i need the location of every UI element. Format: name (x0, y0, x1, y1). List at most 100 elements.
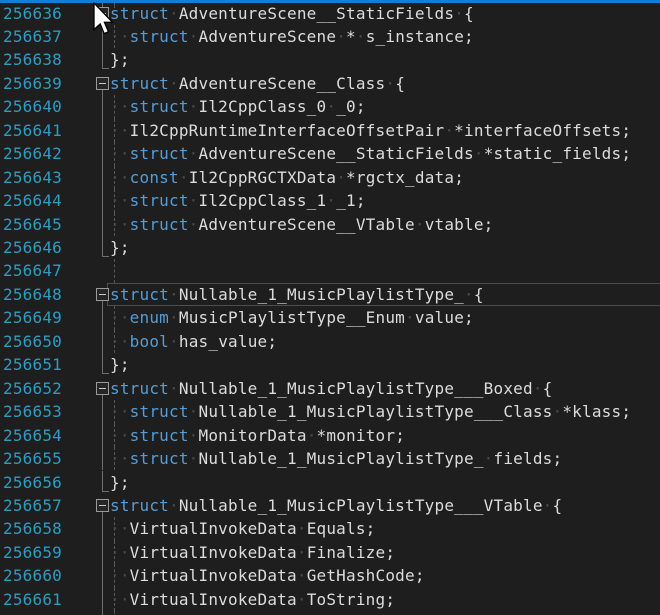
fold-toggle-collapse-icon[interactable] (96, 77, 109, 90)
code-line[interactable]: 256653··struct·Nullable_1_MusicPlaylistT… (0, 400, 660, 423)
fold-bracket-foot (102, 491, 109, 492)
code-line[interactable]: 256660··VirtualInvokeData·GetHashCode; (0, 564, 660, 587)
line-number[interactable]: 256648 (3, 283, 62, 306)
line-number[interactable]: 256637 (3, 25, 62, 48)
line-number[interactable]: 256645 (3, 213, 62, 236)
fold-bracket-line (102, 471, 103, 491)
fold-toggle-collapse-icon[interactable] (96, 499, 109, 512)
line-number[interactable]: 256639 (3, 72, 62, 95)
fold-bracket-line (102, 306, 103, 329)
code-text: ··struct·Il2CppClass_0·_0; (110, 95, 366, 118)
line-number[interactable]: 256640 (3, 95, 62, 118)
line-number[interactable]: 256641 (3, 119, 62, 142)
code-text: }; (110, 471, 130, 494)
code-text: ··VirtualInvokeData·Finalize; (110, 541, 395, 564)
code-text: ··enum·MusicPlaylistType__Enum·value; (110, 306, 474, 329)
line-number[interactable]: 256638 (3, 48, 62, 71)
fold-bracket-line (102, 400, 103, 423)
code-line[interactable]: 256649 ··enum·MusicPlaylistType__Enum·val… (0, 306, 660, 329)
code-text: struct·Nullable_1_MusicPlaylistType_·{ (110, 283, 484, 306)
code-line[interactable]: 256662}; (0, 611, 660, 615)
code-editor[interactable]: 256636 struct·AdventureScene__StaticField… (0, 0, 660, 615)
fold-bracket-line (102, 236, 103, 256)
code-line[interactable]: 256655 ··struct·Nullable_1_MusicPlaylistT… (0, 447, 660, 470)
fold-toggle-collapse-icon[interactable] (96, 288, 109, 301)
fold-bracket-line (102, 166, 103, 189)
code-text: ··const·Il2CppRGCTXData·*rgctx_data; (110, 166, 464, 189)
fold-bracket-line (102, 48, 103, 68)
line-number[interactable]: 256653 (3, 400, 62, 423)
line-number[interactable]: 256655 (3, 447, 62, 470)
code-line[interactable]: 256647 (0, 259, 660, 282)
code-line[interactable]: 256650 ··bool·has_value; (0, 330, 660, 353)
code-text: ··struct·AdventureScene__StaticFields·*s… (110, 142, 631, 165)
line-number[interactable]: 256636 (3, 2, 62, 25)
line-number[interactable]: 256662 (3, 611, 62, 615)
line-number[interactable]: 256650 (3, 330, 62, 353)
line-number[interactable]: 256644 (3, 189, 62, 212)
mouse-cursor-icon (92, 2, 116, 36)
line-number[interactable]: 256651 (3, 353, 62, 376)
fold-bracket-line (102, 142, 103, 165)
fold-bracket-line (102, 564, 103, 587)
code-line[interactable]: 256648 struct·Nullable_1_MusicPlaylistTyp… (0, 283, 660, 306)
fold-bracket-line (102, 424, 103, 447)
code-text: ··struct·MonitorData·*monitor; (110, 424, 405, 447)
line-number[interactable]: 256642 (3, 142, 62, 165)
fold-toggle-collapse-icon[interactable] (96, 382, 109, 395)
code-line[interactable]: 256639 struct·AdventureScene__Class·{ (0, 72, 660, 95)
code-text: }; (110, 236, 130, 259)
code-line[interactable]: 256657 struct·Nullable_1_MusicPlaylistTyp… (0, 494, 660, 517)
code-text: struct·Nullable_1_MusicPlaylistType___VT… (110, 494, 562, 517)
fold-bracket-line (102, 95, 103, 118)
code-text: struct·AdventureScene__Class·{ (110, 72, 405, 95)
fold-bracket-foot (102, 68, 109, 69)
code-line[interactable]: 256642 ··struct·AdventureScene__StaticFie… (0, 142, 660, 165)
fold-bracket-line (102, 611, 103, 615)
line-number[interactable]: 256657 (3, 494, 62, 517)
code-line[interactable]: 256652 struct·Nullable_1_MusicPlaylistTyp… (0, 377, 660, 400)
fold-bracket-line (102, 447, 103, 470)
code-line[interactable]: 256658 ··VirtualInvokeData·Equals; (0, 517, 660, 540)
code-text: struct·AdventureScene__StaticFields·{ (110, 2, 474, 25)
code-line[interactable]: 256643 ··const·Il2CppRGCTXData·*rgctx_dat… (0, 166, 660, 189)
line-number[interactable]: 256647 (3, 259, 62, 282)
line-number[interactable]: 256661 (3, 588, 62, 611)
code-text: ··VirtualInvokeData·Equals; (110, 517, 376, 540)
code-line[interactable]: 256644 ··struct·Il2CppClass_1·_1; (0, 189, 660, 212)
code-text: ··bool·has_value; (110, 330, 277, 353)
code-text: ··struct·Il2CppClass_1·_1; (110, 189, 366, 212)
line-number[interactable]: 256660 (3, 564, 62, 587)
code-line[interactable]: 256638}; (0, 48, 660, 71)
code-line[interactable]: 256645··struct·AdventureScene__VTable·vt… (0, 213, 660, 236)
line-number[interactable]: 256659 (3, 541, 62, 564)
code-text: ··struct·AdventureScene·*·s_instance; (110, 25, 474, 48)
code-line[interactable]: 256661··VirtualInvokeData·ToString; (0, 588, 660, 611)
line-number[interactable]: 256656 (3, 471, 62, 494)
code-text: }; (110, 48, 130, 71)
fold-bracket-line (102, 588, 103, 611)
line-number[interactable]: 256646 (3, 236, 62, 259)
code-text: struct·Nullable_1_MusicPlaylistType___Bo… (110, 377, 553, 400)
line-number[interactable]: 256649 (3, 306, 62, 329)
code-text: }; (110, 353, 130, 376)
code-line[interactable]: 256659 ··VirtualInvokeData·Finalize; (0, 541, 660, 564)
code-line[interactable]: 256656}; (0, 471, 660, 494)
fold-bracket-line (102, 213, 103, 236)
code-line[interactable]: 256646}; (0, 236, 660, 259)
line-number[interactable]: 256643 (3, 166, 62, 189)
fold-bracket-foot (102, 256, 109, 257)
line-number[interactable]: 256658 (3, 517, 62, 540)
code-line[interactable]: 256651}; (0, 353, 660, 376)
code-line[interactable]: 256641··Il2CppRuntimeInterfaceOffsetPair… (0, 119, 660, 142)
fold-bracket-line (102, 541, 103, 564)
code-text: ··struct·Nullable_1_MusicPlaylistType_·f… (110, 447, 562, 470)
code-line[interactable]: 256640 ··struct·Il2CppClass_0·_0; (0, 95, 660, 118)
fold-bracket-line (102, 189, 103, 212)
fold-bracket-foot (102, 373, 109, 374)
code-line[interactable]: 256654 ··struct·MonitorData·*monitor; (0, 424, 660, 447)
indent-guide (114, 259, 115, 282)
fold-bracket-line (102, 330, 103, 353)
line-number[interactable]: 256652 (3, 377, 62, 400)
line-number[interactable]: 256654 (3, 424, 62, 447)
